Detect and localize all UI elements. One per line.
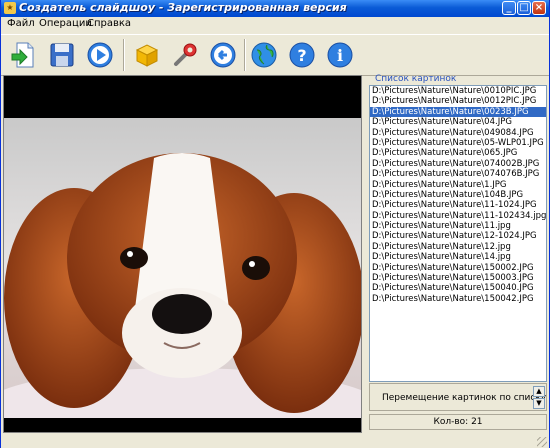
list-item[interactable]: D:\Pictures\Nature\Nature\11-102434.jpg <box>370 211 546 221</box>
info-button[interactable]: i <box>325 40 355 70</box>
picture-listbox[interactable]: D:\Pictures\Nature\Nature\0010PIC.JPG D:\… <box>369 85 547 382</box>
maximize-button[interactable]: □ <box>517 1 531 15</box>
list-item[interactable]: D:\Pictures\Nature\Nature\150040.JPG <box>370 283 546 293</box>
list-item[interactable]: D:\Pictures\Nature\Nature\150002.JPG <box>370 263 546 273</box>
list-item[interactable]: D:\Pictures\Nature\Nature\150042.JPG <box>370 294 546 304</box>
toolbar-separator <box>123 39 125 71</box>
menu-operations[interactable]: Операции <box>39 18 92 29</box>
tools-icon <box>174 43 197 66</box>
menu-bar: Файл Операции Справка <box>1 17 549 33</box>
svg-text:i: i <box>337 46 343 65</box>
list-item[interactable]: D:\Pictures\Nature\Nature\104B.JPG <box>370 190 546 200</box>
app-window: ★ Создатель слайдшоу - Зарегистрированна… <box>0 0 550 448</box>
list-item[interactable]: D:\Pictures\Nature\Nature\0023B.JPG <box>370 106 546 118</box>
puppy-photo <box>4 118 361 418</box>
list-item[interactable]: D:\Pictures\Nature\Nature\1.JPG <box>370 180 546 190</box>
status-bar <box>1 434 549 448</box>
menu-help[interactable]: Справка <box>87 18 131 29</box>
picture-count: Кол-во: 21 <box>369 414 547 430</box>
play-icon <box>87 42 113 68</box>
list-item[interactable]: D:\Pictures\Nature\Nature\074076B.JPG <box>370 169 546 179</box>
list-item[interactable]: D:\Pictures\Nature\Nature\074002B.JPG <box>370 159 546 169</box>
list-item[interactable]: D:\Pictures\Nature\Nature\150003.JPG <box>370 273 546 283</box>
minimize-button[interactable]: _ <box>502 1 516 15</box>
list-item[interactable]: D:\Pictures\Nature\Nature\0012PIC.JPG <box>370 96 546 106</box>
list-item[interactable]: D:\Pictures\Nature\Nature\065.JPG <box>370 148 546 158</box>
list-item[interactable]: D:\Pictures\Nature\Nature\05-WLP01.JPG <box>370 138 546 148</box>
resize-grip[interactable] <box>537 437 547 447</box>
package-button[interactable] <box>132 40 162 70</box>
package-icon <box>135 44 159 67</box>
tools-button[interactable] <box>170 40 200 70</box>
slide-image <box>4 118 361 418</box>
list-item[interactable]: D:\Pictures\Nature\Nature\049084.JPG <box>370 128 546 138</box>
list-item[interactable]: D:\Pictures\Nature\Nature\04.JPG <box>370 117 546 127</box>
web-button[interactable] <box>249 40 279 70</box>
import-button[interactable] <box>9 40 39 70</box>
toolbar-separator <box>244 39 246 71</box>
help-button[interactable]: ? <box>287 40 317 70</box>
move-down-button[interactable]: ▼ <box>533 398 545 409</box>
help-icon: ? <box>289 42 315 68</box>
reorder-control: Перемещение картинок по списку ▲ ▼ <box>369 383 547 411</box>
reorder-label: Перемещение картинок по списку <box>382 393 547 403</box>
list-item[interactable]: D:\Pictures\Nature\Nature\12.jpg <box>370 242 546 252</box>
back-button[interactable] <box>208 40 238 70</box>
list-caption: Список картинок <box>375 74 457 84</box>
app-icon: ★ <box>4 2 16 14</box>
save-button[interactable] <box>47 40 77 70</box>
list-item[interactable]: D:\Pictures\Nature\Nature\12-1024.JPG <box>370 231 546 241</box>
import-icon <box>11 42 34 68</box>
globe-icon <box>251 42 277 68</box>
window-title: Создатель слайдшоу - Зарегистрированная … <box>19 1 347 14</box>
svg-text:?: ? <box>297 46 306 65</box>
list-item[interactable]: D:\Pictures\Nature\Nature\14.jpg <box>370 252 546 262</box>
title-bar[interactable]: ★ Создатель слайдшоу - Зарегистрированна… <box>1 0 549 17</box>
save-icon <box>50 43 74 67</box>
back-icon <box>210 42 236 68</box>
toolbar: ? i <box>1 34 549 76</box>
slide-viewer <box>4 76 361 432</box>
info-icon: i <box>327 42 353 68</box>
list-item[interactable]: D:\Pictures\Nature\Nature\11.jpg <box>370 221 546 231</box>
list-item[interactable]: D:\Pictures\Nature\Nature\0010PIC.JPG <box>370 86 546 96</box>
picture-list-panel: Список картинок D:\Pictures\Nature\Natur… <box>366 74 549 434</box>
close-button[interactable]: × <box>532 1 546 15</box>
menu-file[interactable]: Файл <box>7 18 35 29</box>
play-button[interactable] <box>85 40 115 70</box>
list-item[interactable]: D:\Pictures\Nature\Nature\11-1024.JPG <box>370 200 546 210</box>
move-up-button[interactable]: ▲ <box>533 386 545 397</box>
